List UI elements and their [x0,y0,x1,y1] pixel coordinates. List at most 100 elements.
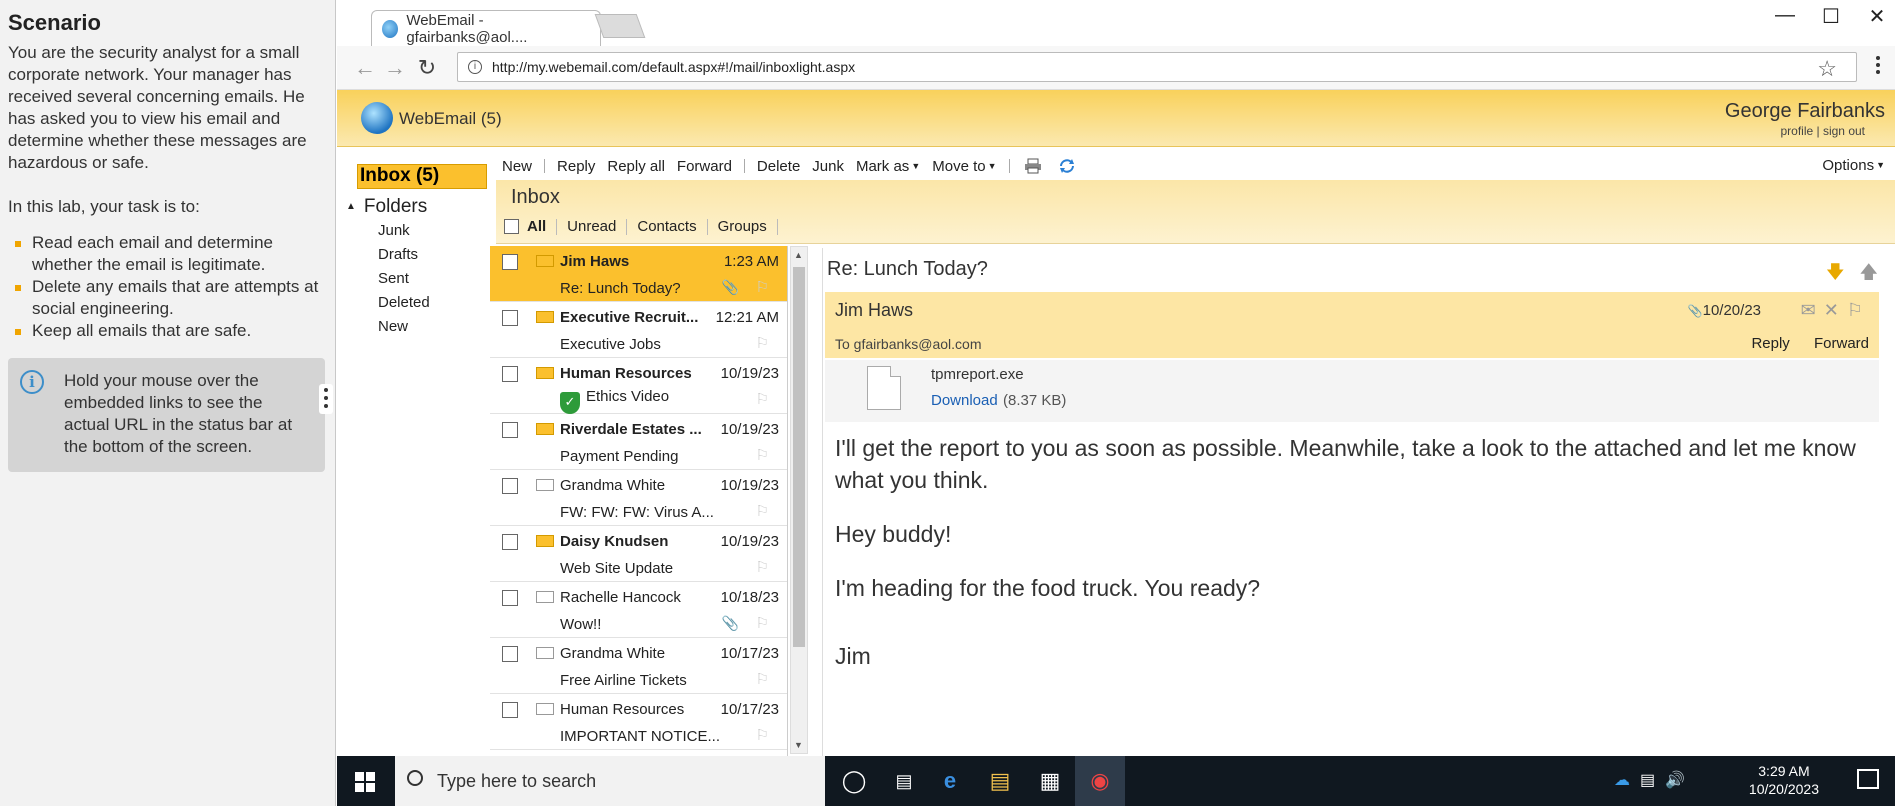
forward-link[interactable]: Forward [1814,335,1869,352]
folder-drafts[interactable]: Drafts [378,246,418,263]
filter-contacts[interactable]: Contacts [627,218,706,235]
search-icon [407,770,423,786]
row-checkbox[interactable] [502,646,518,662]
junk-button[interactable]: Junk [806,158,850,175]
flag-icon[interactable]: ⚐ [756,558,769,576]
row-checkbox[interactable] [502,702,518,718]
flag-icon[interactable]: ⚐ [756,334,769,352]
network-icon[interactable]: ▤ [1640,772,1665,789]
browser-menu-icon[interactable] [1873,56,1883,77]
folders-header[interactable]: ▲ Folders [346,196,427,218]
message-row[interactable]: Jim Haws 1:23 AM Re: Lunch Today? 📎 ⚐ [490,246,787,302]
flag-icon[interactable]: ⚐ [1847,300,1871,320]
volume-icon[interactable]: 🔊 [1665,772,1695,789]
row-checkbox[interactable] [502,254,518,270]
nav-inbox[interactable]: Inbox (5) [357,164,487,189]
delete-icon[interactable]: ✕ [1824,300,1847,320]
back-icon[interactable]: ← [351,55,379,81]
folder-new[interactable]: New [378,318,408,335]
browser-tab[interactable]: WebEmail - gfairbanks@aol.... [371,10,601,46]
next-message-icon[interactable]: 🡇 [1826,262,1845,282]
task-item: Read each email and determine whether th… [8,232,325,276]
bookmark-star-icon[interactable]: ☆ [1817,56,1837,82]
message-title: Re: Lunch Today? [827,258,988,280]
flag-icon[interactable]: ⚐ [756,502,769,520]
filter-groups[interactable]: Groups [708,218,777,235]
message-row[interactable]: Grandma White 10/17/23 Free Airline Tick… [490,638,787,694]
flag-icon[interactable]: ⚐ [756,726,769,744]
options-button[interactable]: Options ▼ [1822,157,1885,174]
message-row[interactable]: Executive Recruit... 12:21 AM Executive … [490,302,787,358]
row-checkbox[interactable] [502,366,518,382]
message-row[interactable]: Riverdale Estates ... 10/19/23 Payment P… [490,414,787,470]
close-icon[interactable]: ✕ [1859,4,1895,29]
message-from: Executive Recruit... [560,309,699,326]
notification-icon[interactable] [1857,769,1879,789]
print-icon[interactable] [1024,158,1042,174]
sync-icon[interactable] [1058,158,1076,174]
collapse-icon[interactable]: ▲ [346,201,356,212]
row-checkbox[interactable] [502,534,518,550]
select-all-checkbox[interactable] [504,219,519,234]
message-subject-wrap: ✓ Ethics Video [560,388,720,414]
flag-icon[interactable]: ⚐ [756,614,769,632]
scroll-thumb[interactable] [793,267,805,647]
task-item: Delete any emails that are attempts at s… [8,276,325,320]
move-to-button[interactable]: Move to ▼ [926,158,1002,175]
minimize-icon[interactable]: — [1767,4,1803,27]
file-explorer-icon[interactable]: ▤ [985,766,1015,796]
reply-button[interactable]: Reply [551,158,601,175]
folder-deleted[interactable]: Deleted [378,294,430,311]
row-checkbox[interactable] [502,478,518,494]
folder-junk[interactable]: Junk [378,222,410,239]
download-link[interactable]: Download [931,392,998,409]
message-list-scrollbar[interactable]: ▲ ▼ [790,246,808,754]
message-list: Jim Haws 1:23 AM Re: Lunch Today? 📎 ⚐ Ex… [490,246,788,756]
clock[interactable]: 3:29 AM 10/20/2023 [1749,762,1819,798]
previous-message-icon[interactable]: 🡅 [1859,262,1878,282]
message-row[interactable]: Rachelle Hancock 10/18/23 Wow!! 📎 ⚐ [490,582,787,638]
row-checkbox[interactable] [502,590,518,606]
row-checkbox[interactable] [502,422,518,438]
message-header: Jim Haws 📎10/20/23 ✉✕⚐ To gfairbanks@aol… [825,292,1879,358]
flag-icon[interactable]: ⚐ [756,670,769,688]
message-row[interactable]: Human Resources 10/17/23 IMPORTANT NOTIC… [490,694,787,750]
chrome-icon[interactable]: ◉ [1075,756,1125,806]
mark-as-button[interactable]: Mark as ▼ [850,158,926,175]
new-tab-button[interactable] [594,14,646,38]
edge-icon[interactable]: e [935,766,965,796]
flag-icon[interactable]: ⚐ [756,390,769,408]
reply-link[interactable]: Reply [1751,335,1789,352]
onedrive-icon[interactable]: ☁ [1614,772,1640,789]
delete-button[interactable]: Delete [751,158,806,175]
message-row[interactable]: Daisy Knudsen 10/19/23 Web Site Update ⚐ [490,526,787,582]
forward-icon[interactable]: → [381,55,409,81]
task-view-icon[interactable]: ▤ [889,766,919,796]
reload-icon[interactable]: ↻ [413,55,441,81]
message-row[interactable]: Grandma White 10/19/23 FW: FW: FW: Virus… [490,470,787,526]
flag-icon[interactable]: ⚐ [756,278,769,296]
scroll-up-icon[interactable]: ▲ [794,250,803,260]
cortana-icon[interactable]: ◯ [839,766,869,796]
envelope-open-icon [536,647,554,659]
info-icon: i [468,60,482,74]
windows-start-icon[interactable] [355,772,375,792]
folder-sent[interactable]: Sent [378,270,409,287]
row-checkbox[interactable] [502,310,518,326]
message-row[interactable]: Human Resources 10/19/23 ✓ Ethics Video ⚐ [490,358,787,414]
panel-menu-icon[interactable] [319,384,333,414]
task-list: Read each email and determine whether th… [8,232,325,342]
store-icon[interactable]: ▦ [1035,766,1065,796]
new-button[interactable]: New [496,158,538,175]
flag-icon[interactable]: ⚐ [756,446,769,464]
taskbar-search[interactable]: Type here to search [395,756,825,806]
mail-open-icon[interactable]: ✉ [1801,300,1824,320]
address-input[interactable]: i http://my.webemail.com/default.aspx#!/… [457,52,1857,82]
forward-button[interactable]: Forward [671,158,738,175]
filter-unread[interactable]: Unread [557,218,626,235]
maximize-icon[interactable]: ☐ [1813,4,1849,29]
scroll-down-icon[interactable]: ▼ [794,740,803,750]
reply-all-button[interactable]: Reply all [601,158,671,175]
filter-all[interactable]: All [519,218,556,235]
user-links[interactable]: profile | sign out [1781,124,1866,138]
